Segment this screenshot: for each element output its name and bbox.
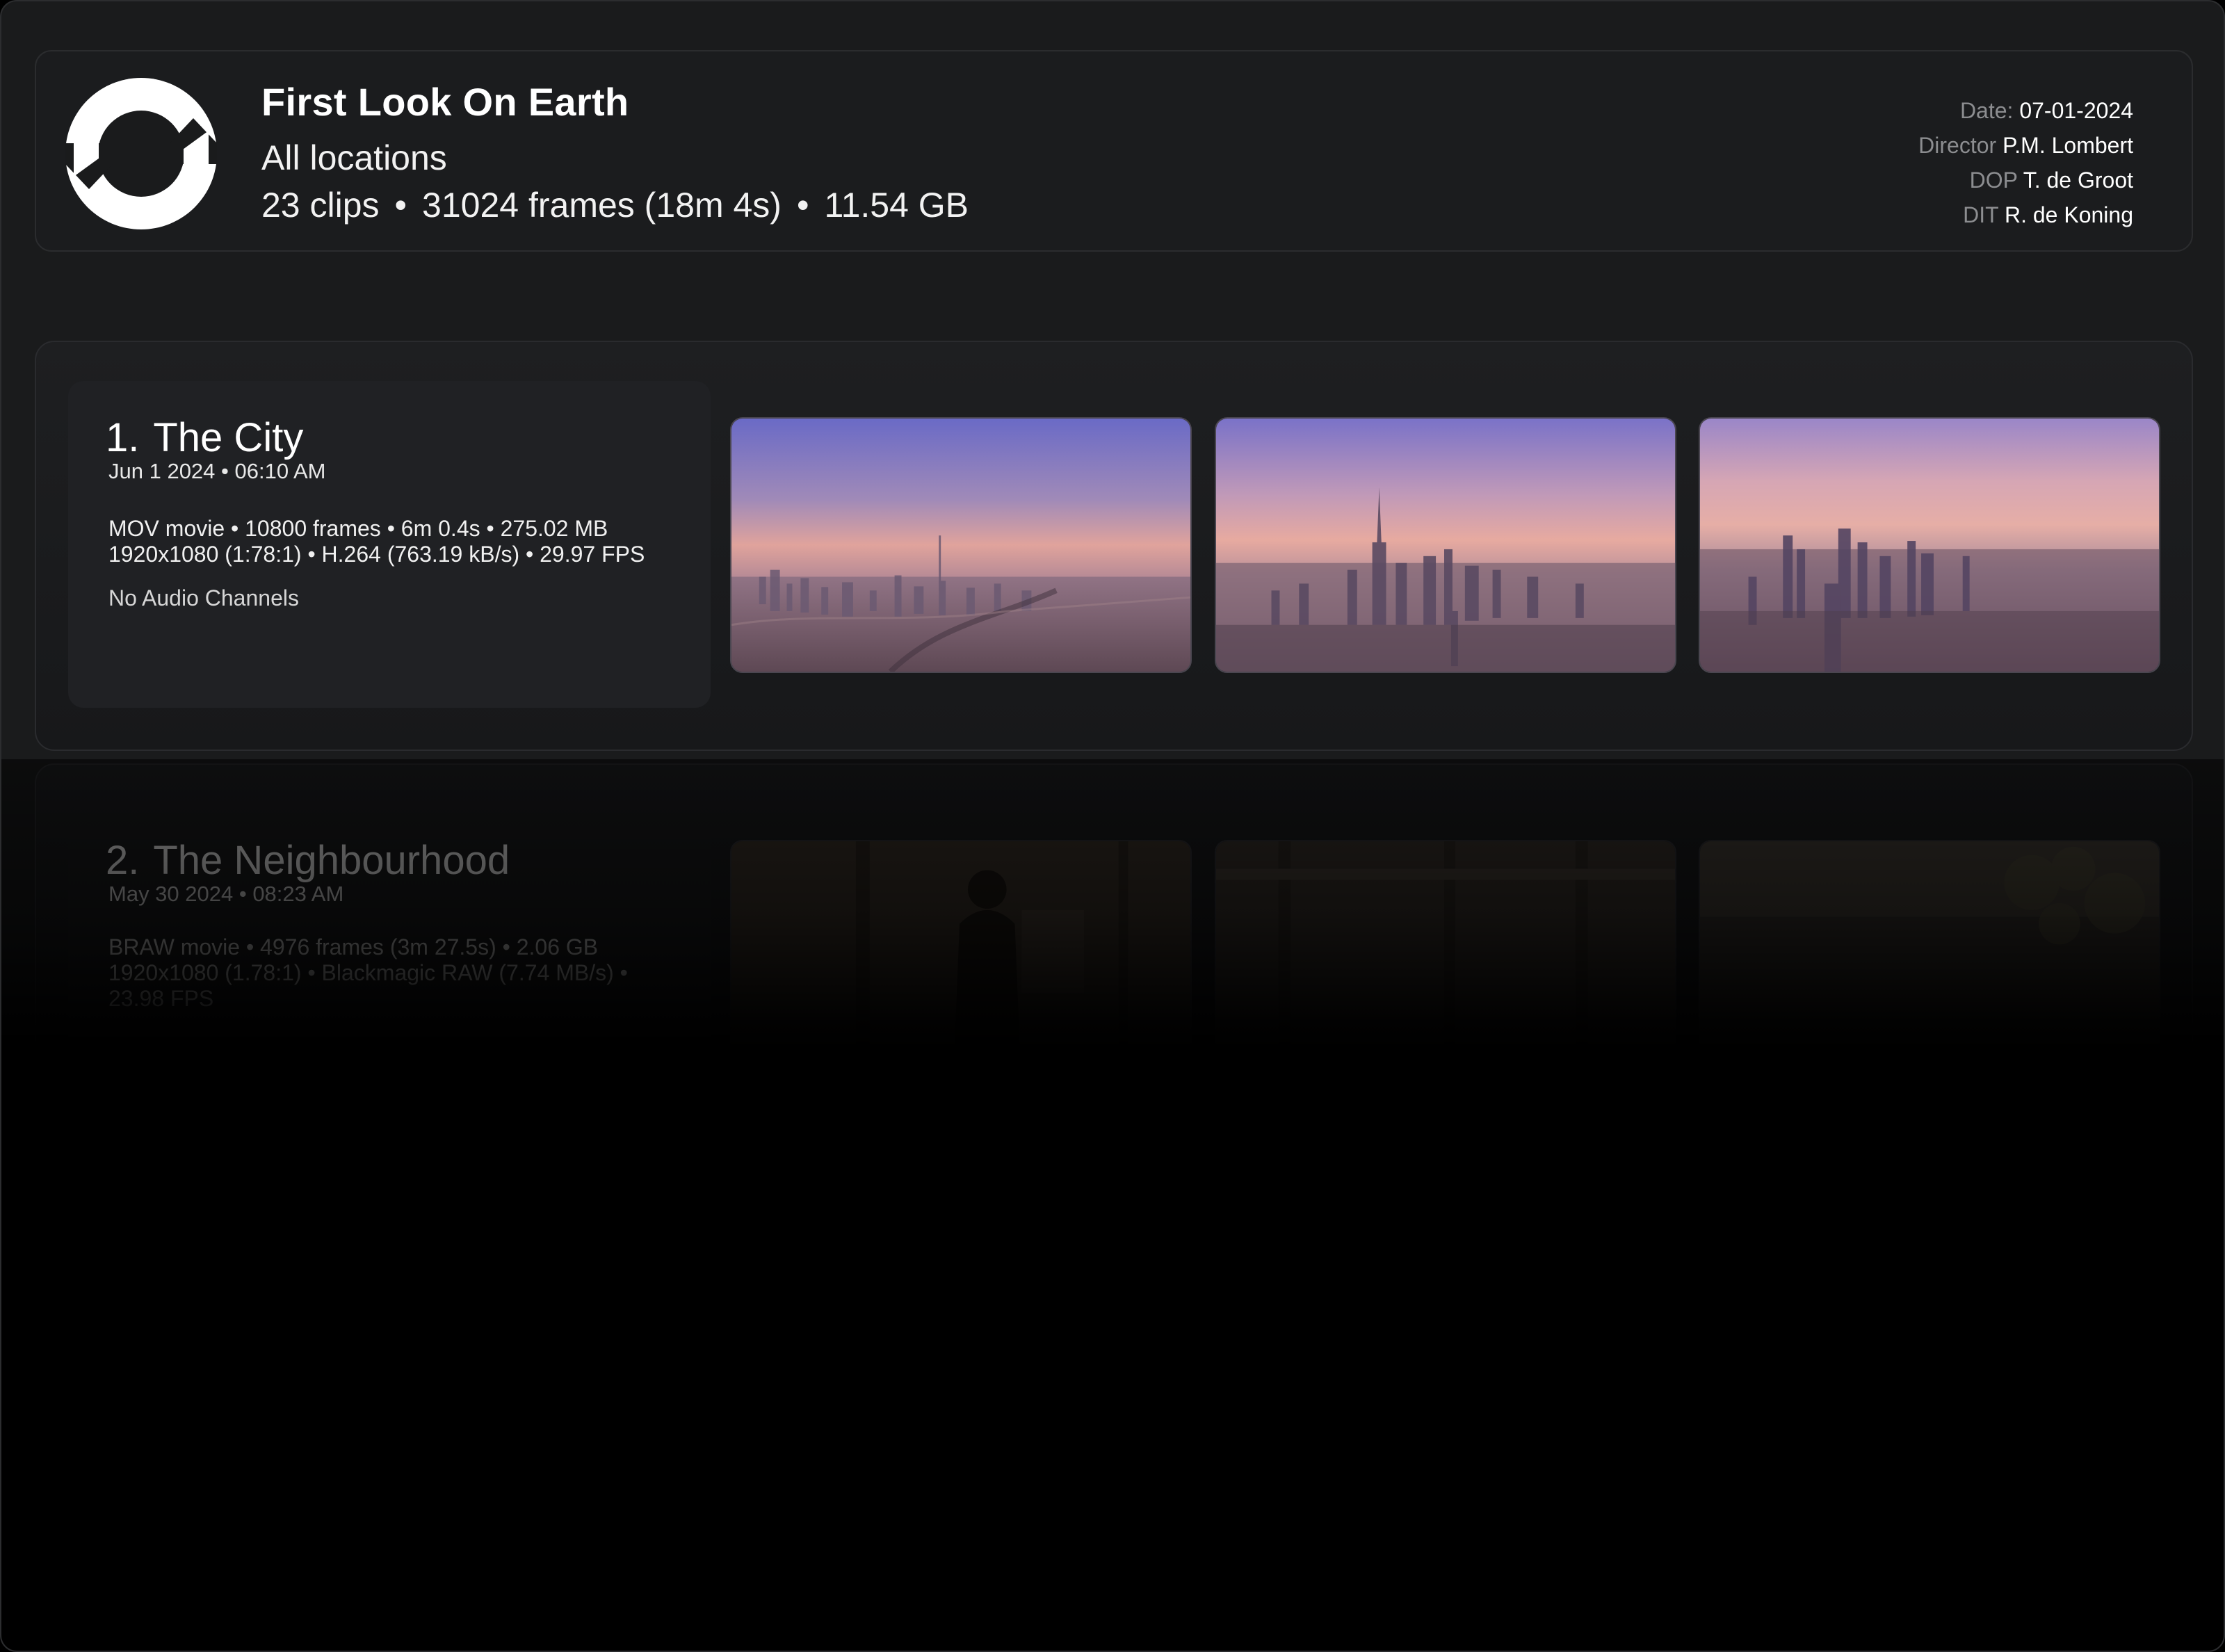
clip-date: Jun 1 2024 • 06:10 AM bbox=[108, 459, 326, 483]
clip-thumbnail[interactable] bbox=[1699, 840, 2160, 1096]
clip-spec-line: BRAW movie • 4976 frames (3m 27.5s) • 2.… bbox=[108, 934, 599, 959]
meta-value: R. de Koning bbox=[2004, 202, 2133, 227]
clip-spec-line: 1920x1080 (1.78:1) • Blackmagic RAW (7.7… bbox=[108, 960, 628, 985]
clip-card[interactable]: 1. The City Jun 1 2024 • 06:10 AM MOV mov… bbox=[35, 341, 2193, 751]
meta-label: Director bbox=[1918, 133, 1997, 158]
meta-label: Date: bbox=[1959, 98, 2014, 123]
clip-title: 1. The City bbox=[106, 414, 303, 461]
project-stats: 23 clips • 31024 frames (18m 4s) • 11.54 GB bbox=[261, 185, 969, 225]
total-size: 11.54 GB bbox=[824, 186, 969, 225]
frame-count: 31024 frames (18m 4s) bbox=[422, 186, 782, 225]
clip-name: The Neighbourhood bbox=[153, 838, 510, 883]
meta-label: DOP bbox=[1969, 168, 2018, 193]
meta-date: Date: 07-01-2024 bbox=[1918, 93, 2133, 128]
clip-spec: BRAW movie • 4976 frames (3m 27.5s) • 2.… bbox=[108, 934, 628, 1012]
meta-value: 07-01-2024 bbox=[2019, 98, 2133, 123]
meta-value: P.M. Lombert bbox=[2002, 133, 2133, 158]
project-title: First Look On Earth bbox=[261, 80, 629, 124]
clip-thumbnail[interactable] bbox=[1215, 417, 1676, 673]
clip-spec-line: 1920x1080 (1:78:1) • H.264 (763.19 kB/s)… bbox=[108, 542, 645, 567]
stat-separator: • bbox=[394, 186, 407, 225]
clip-thumbnail[interactable] bbox=[1215, 840, 1676, 1096]
clip-spec-line: MOV movie • 10800 frames • 6m 0.4s • 275… bbox=[108, 516, 608, 541]
clip-spec-line: 23.98 FPS bbox=[108, 986, 214, 1011]
clip-thumbnail[interactable] bbox=[730, 417, 1192, 673]
clip-spec: MOV movie • 10800 frames • 6m 0.4s • 275… bbox=[108, 516, 645, 567]
clip-date: May 30 2024 • 08:23 AM bbox=[108, 882, 344, 906]
report-page: First Look On Earth All locations 23 cli… bbox=[0, 0, 2225, 1652]
clip-number: 1. bbox=[106, 415, 140, 460]
clip-name: The City bbox=[153, 415, 304, 460]
stat-separator: • bbox=[796, 186, 809, 225]
meta-dit: DIT R. de Koning bbox=[1918, 197, 2133, 232]
clip-thumbnail[interactable] bbox=[730, 840, 1192, 1096]
project-meta: Date: 07-01-2024 Director P.M. Lombert D… bbox=[1918, 93, 2133, 232]
clip-thumbnail[interactable] bbox=[1699, 417, 2160, 673]
meta-label: DIT bbox=[1963, 202, 1999, 227]
project-subtitle: All locations bbox=[261, 138, 447, 177]
clip-count: 23 clips bbox=[261, 186, 380, 225]
clip-title: 2. The Neighbourhood bbox=[106, 837, 510, 884]
clip-number: 2. bbox=[106, 838, 140, 883]
meta-director: Director P.M. Lombert bbox=[1918, 128, 2133, 163]
sync-arrows-icon bbox=[65, 78, 217, 229]
meta-value: T. de Groot bbox=[2023, 168, 2133, 193]
clip-audio: No Audio Channels bbox=[108, 585, 299, 610]
meta-dop: DOP T. de Groot bbox=[1918, 163, 2133, 197]
clip-card[interactable]: 2. The Neighbourhood May 30 2024 • 08:23 … bbox=[35, 763, 2193, 1174]
